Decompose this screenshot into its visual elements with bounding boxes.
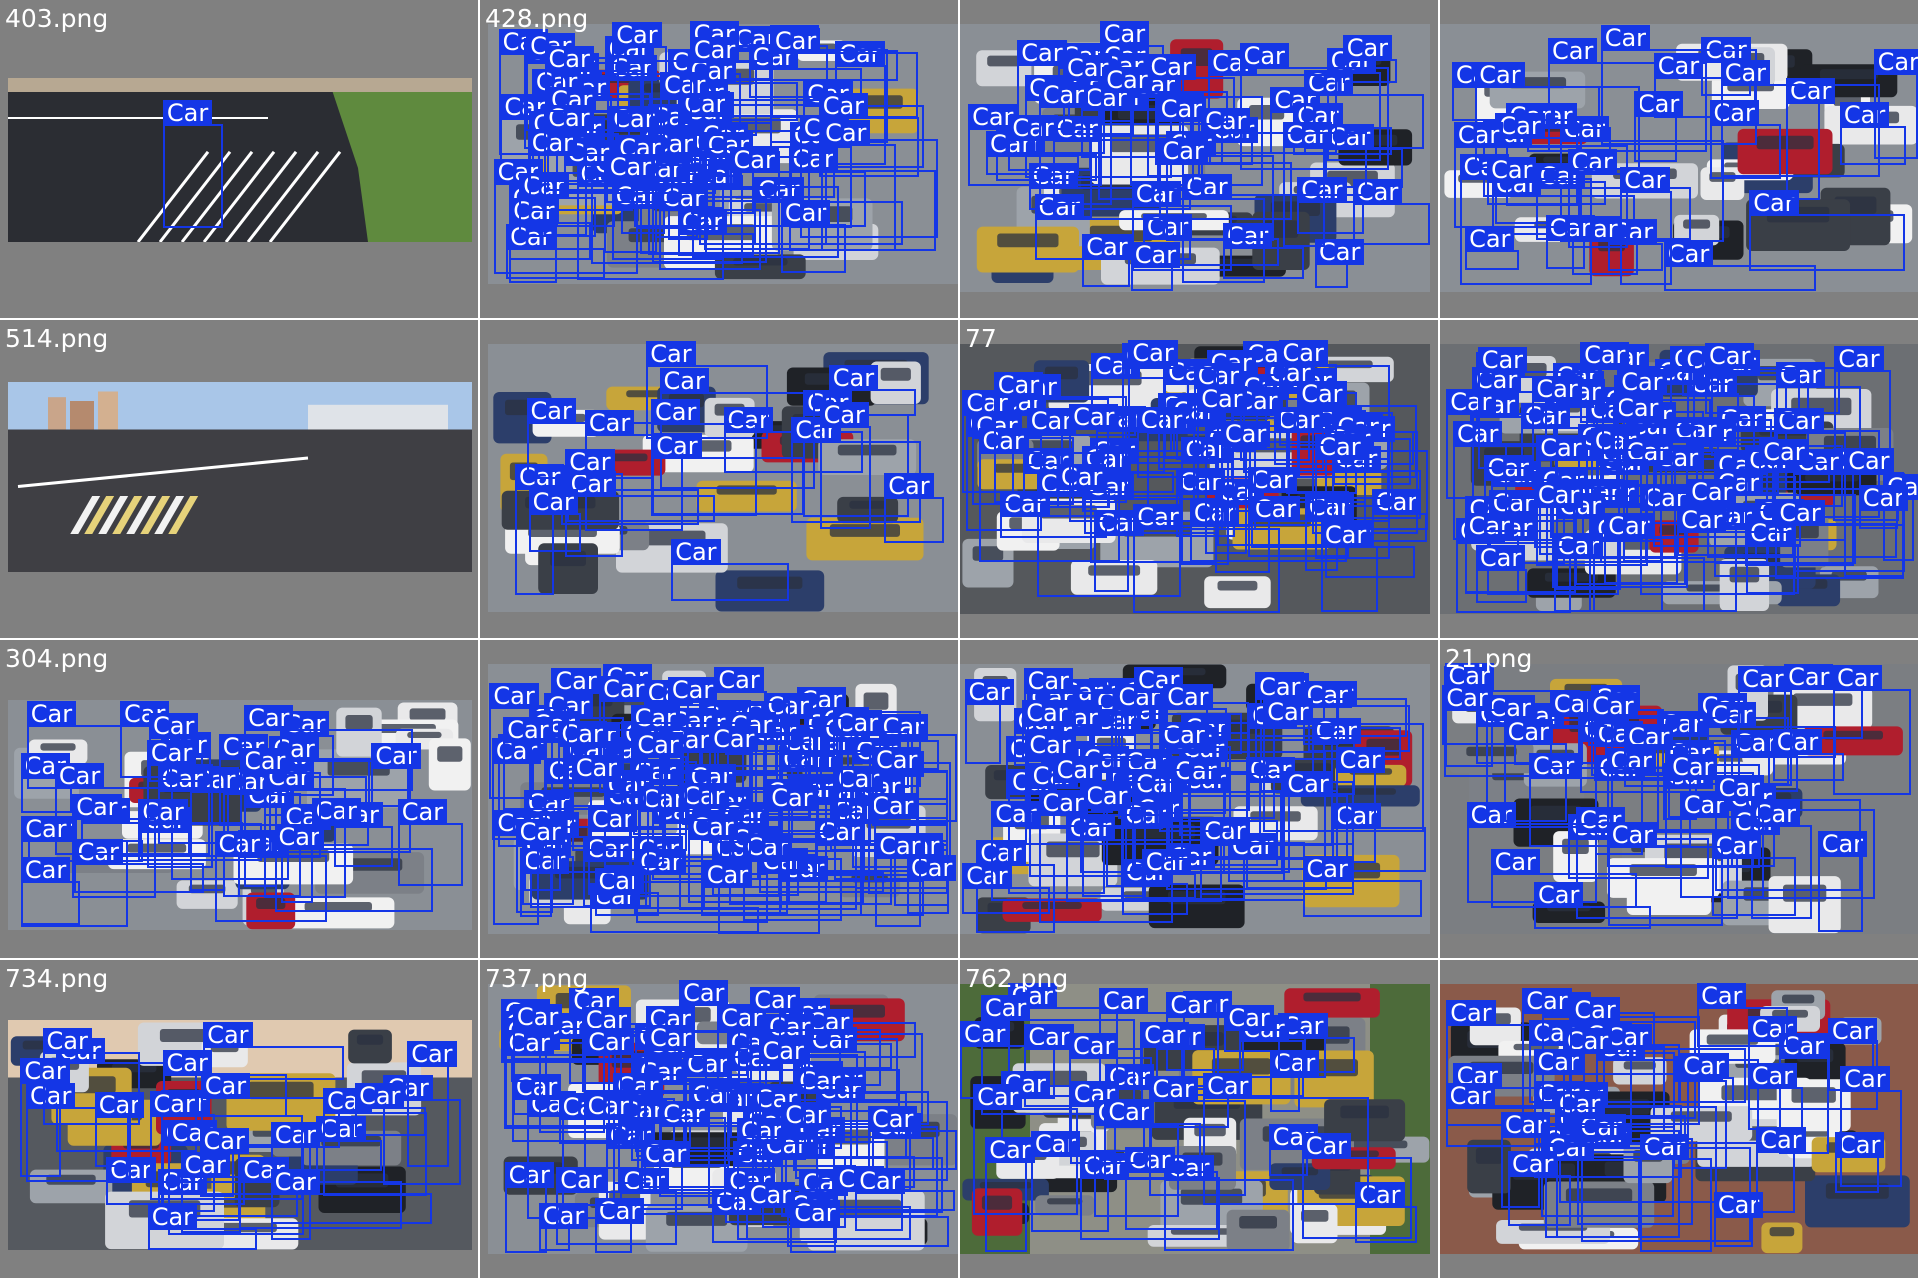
prediction-tile[interactable]: Car Car Car Car Car Car Car Car Car Car Car Car Car C…	[1440, 640, 1920, 960]
prediction-tile[interactable]: Car Car Car Car Car Car Car Car Car Car Car Car Car C…	[960, 320, 1440, 640]
prediction-tile[interactable]: Car Car Car Car Car Car Car Car Car Car Car Car Car C…	[960, 0, 1440, 320]
tile-image	[1440, 24, 1918, 292]
tile-image	[960, 664, 1430, 934]
tile-filename: 514.png	[5, 324, 109, 353]
prediction-tile[interactable]: Car Car Car Car Car Car Car Car Car Car Car Car Car C…	[1440, 320, 1920, 640]
prediction-tile[interactable]: 514.png	[0, 320, 480, 640]
tile-image	[8, 700, 472, 930]
prediction-tile[interactable]: Car Car Car Car Car Car Car Car Car Car Car Car Car C…	[960, 640, 1440, 960]
prediction-tile[interactable]: Car Car Car Car Car Car Car Car Car Car Car Car Car C…	[0, 960, 480, 1280]
tile-image	[8, 78, 472, 242]
tile-image	[1440, 344, 1918, 614]
tile-filename: 762.png	[965, 964, 1069, 993]
tile-image	[1440, 984, 1918, 1254]
tile-filename: 77	[965, 324, 997, 353]
tile-image	[8, 1020, 472, 1250]
tile-image	[488, 984, 958, 1254]
tile-filename: 737.png	[485, 964, 589, 993]
prediction-tile[interactable]: Car Car Car Car Car Car Car Car Car Car Car Car Car C…	[1440, 0, 1920, 320]
tile-filename: 21.png	[1445, 644, 1533, 673]
tile-image	[488, 344, 958, 612]
tile-image	[1440, 664, 1918, 934]
prediction-tile[interactable]: Car Car Car Car Car Car Car Car Car Car Car Car Car C…	[480, 960, 960, 1280]
prediction-tile[interactable]: Car Car Car Car Car Car Car Car Car Car Car Car Car C…	[0, 640, 480, 960]
prediction-grid: Car 403.png Car Car Car Car Car Car Car Car Car Car…	[0, 0, 1920, 1280]
prediction-tile[interactable]: Car Car Car Car Car Car Car Car Car Car Car Car Car C…	[480, 320, 960, 640]
tile-filename: 403.png	[5, 4, 109, 33]
prediction-tile[interactable]: Car Car Car Car Car Car Car Car Car Car Car Car Car C…	[480, 0, 960, 320]
tile-filename: 428.png	[485, 4, 589, 33]
tile-image	[488, 24, 958, 284]
tile-image	[960, 24, 1430, 292]
tile-image	[960, 344, 1430, 614]
tile-filename: 304.png	[5, 644, 109, 673]
tile-image	[488, 664, 958, 934]
prediction-tile[interactable]: Car Car Car Car Car Car Car Car Car Car Car Car Car C…	[480, 640, 960, 960]
prediction-tile[interactable]: Car Car Car Car Car Car Car Car Car Car Car Car Car C…	[960, 960, 1440, 1280]
tile-filename: 734.png	[5, 964, 109, 993]
tile-image	[960, 984, 1430, 1254]
prediction-tile[interactable]: Car 403.png	[0, 0, 480, 320]
prediction-tile[interactable]: Car Car Car Car Car Car Car Car Car Car Car Car Car C…	[1440, 960, 1920, 1280]
tile-image	[8, 382, 472, 572]
